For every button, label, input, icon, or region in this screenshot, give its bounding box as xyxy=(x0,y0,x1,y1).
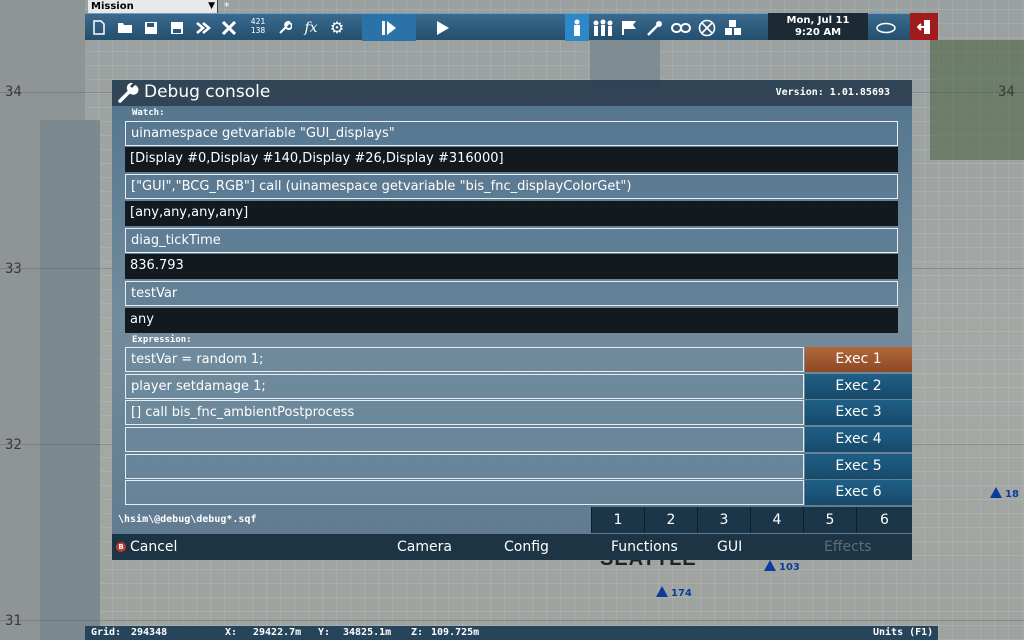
page-button-4[interactable]: 4 xyxy=(750,507,803,533)
watch-input-1[interactable]: uinamespace getvariable "GUI_displays" xyxy=(125,121,898,146)
grid-label: Grid: xyxy=(91,627,122,638)
watch-output-1: [Display #0,Display #140,Display #26,Dis… xyxy=(125,147,898,172)
map-grid-number: 31 xyxy=(5,613,22,629)
map-park xyxy=(930,40,1024,160)
map-marker[interactable]: 103 xyxy=(764,560,800,573)
wrench-icon[interactable] xyxy=(273,14,297,41)
map-grid-number: 33 xyxy=(5,261,22,277)
sync-link-icon[interactable] xyxy=(669,14,693,41)
expression-label: Expression: xyxy=(132,335,192,345)
y-value: 34825.1m xyxy=(343,627,392,638)
exec-button-1[interactable]: Exec 1 xyxy=(805,347,912,372)
status-bar: Grid: 294348 X: 29422.7m Y: 34825.1m Z: … xyxy=(85,626,938,640)
weather-cloud-icon[interactable] xyxy=(873,14,899,41)
map-gridline xyxy=(0,620,1024,621)
marker-triangle-icon xyxy=(764,560,776,571)
expression-field-1[interactable]: testVar = random 1; xyxy=(125,347,804,372)
functions-fx-icon[interactable]: fx xyxy=(299,14,323,41)
exit-button[interactable] xyxy=(910,13,938,40)
date-label: Mon, Jul 11 xyxy=(786,15,850,26)
z-value: 109.725m xyxy=(431,627,480,638)
b-key-icon: B xyxy=(116,542,126,552)
map-marker[interactable]: 18 xyxy=(990,487,1019,500)
exit-icon xyxy=(917,19,930,34)
objects-boxes-icon[interactable] xyxy=(721,14,745,41)
map-grid-number: 34 xyxy=(998,84,1015,100)
console-title: Debug console xyxy=(144,82,271,102)
watch-input-2[interactable]: ["GUI","BCG_RGB"] call (uinamespace getv… xyxy=(125,174,898,199)
exec-button-3[interactable]: Exec 3 xyxy=(805,400,912,425)
time-label: 9:20 AM xyxy=(794,27,842,38)
trigger-flag-icon[interactable] xyxy=(617,14,641,41)
exec-button-2[interactable]: Exec 2 xyxy=(805,374,912,399)
script-path: \hsim\@debug\debug*.sqf xyxy=(118,514,257,525)
expression-field-2[interactable]: player setdamage 1; xyxy=(125,374,804,399)
gui-button[interactable]: GUI xyxy=(717,534,777,560)
mission-dropdown[interactable]: Mission ▼ xyxy=(88,0,218,13)
console-bottom-bar: B Cancel Camera Config Functions GUI Eff… xyxy=(112,534,912,560)
save-as-icon[interactable] xyxy=(165,14,189,41)
page-button-3[interactable]: 3 xyxy=(697,507,750,533)
wrench-icon xyxy=(118,82,139,103)
play-button[interactable] xyxy=(416,14,470,41)
exec-button-5[interactable]: Exec 5 xyxy=(805,454,912,479)
grid-value: 294348 xyxy=(131,627,168,638)
functions-button[interactable]: Functions xyxy=(611,534,711,560)
watch-output-4: any xyxy=(125,308,898,333)
watch-input-3[interactable]: diag_tickTime xyxy=(125,228,898,253)
open-folder-icon[interactable] xyxy=(113,14,137,41)
map-water-bay xyxy=(40,120,100,640)
z-label: Z: xyxy=(411,627,424,638)
x-value: 29422.7m xyxy=(253,627,302,638)
page-button-5[interactable]: 5 xyxy=(803,507,856,533)
map-marker[interactable]: 174 xyxy=(656,586,692,599)
map-grid-number: 32 xyxy=(5,437,22,453)
exec-button-6[interactable]: Exec 6 xyxy=(805,480,912,505)
debug-console-window: Debug console Version: 1.01.85693 Watch:… xyxy=(112,80,912,560)
units-toggle[interactable]: Units (F1) xyxy=(873,626,933,640)
unit-mode-icon[interactable] xyxy=(565,14,589,41)
new-file-icon[interactable] xyxy=(87,14,111,41)
map-grid-number: 34 xyxy=(5,84,22,100)
module-icon[interactable] xyxy=(695,14,719,41)
camera-button[interactable]: Camera xyxy=(397,534,483,560)
y-label: Y: xyxy=(318,627,331,638)
expression-field-4[interactable] xyxy=(125,427,804,452)
grid-icon[interactable] xyxy=(217,14,241,41)
watch-output-3: 836.793 xyxy=(125,254,898,279)
expression-field-6[interactable] xyxy=(125,480,804,505)
page-button-6[interactable]: 6 xyxy=(856,507,912,533)
gear-icon[interactable]: ⚙ xyxy=(325,14,349,41)
date-time-display[interactable]: Mon, Jul 11 9:20 AM xyxy=(768,13,868,40)
marker-triangle-icon xyxy=(656,586,668,597)
mission-label: Mission xyxy=(91,1,134,12)
x-label: X: xyxy=(225,627,238,638)
page-button-1[interactable]: 1 xyxy=(591,507,644,533)
page-button-2[interactable]: 2 xyxy=(644,507,697,533)
watch-input-4[interactable]: testVar xyxy=(125,281,898,306)
group-mode-icon[interactable] xyxy=(591,14,615,41)
cancel-button[interactable]: B Cancel xyxy=(112,534,378,560)
version-label: Version: 1.01.85693 xyxy=(775,87,890,98)
expression-field-5[interactable] xyxy=(125,454,804,479)
expression-field-3[interactable]: [] call bis_fnc_ambientPostprocess xyxy=(125,400,804,425)
exec-button-4[interactable]: Exec 4 xyxy=(805,427,912,452)
watch-output-2: [any,any,any,any] xyxy=(125,201,898,226)
marker-triangle-icon xyxy=(990,487,1002,498)
chevron-down-icon: ▼ xyxy=(208,1,215,11)
cancel-label: Cancel xyxy=(130,539,178,555)
console-header: Debug console Version: 1.01.85693 xyxy=(112,80,912,106)
modified-indicator: * xyxy=(224,0,230,13)
entity-counts: 421 138 xyxy=(250,17,266,35)
save-icon[interactable] xyxy=(139,14,163,41)
watch-label: Watch: xyxy=(132,108,165,118)
effects-button: Effects xyxy=(824,534,904,560)
export-icon[interactable] xyxy=(191,14,215,41)
waypoint-icon[interactable] xyxy=(643,14,667,41)
config-button[interactable]: Config xyxy=(504,534,590,560)
preview-play-button[interactable] xyxy=(362,14,416,41)
